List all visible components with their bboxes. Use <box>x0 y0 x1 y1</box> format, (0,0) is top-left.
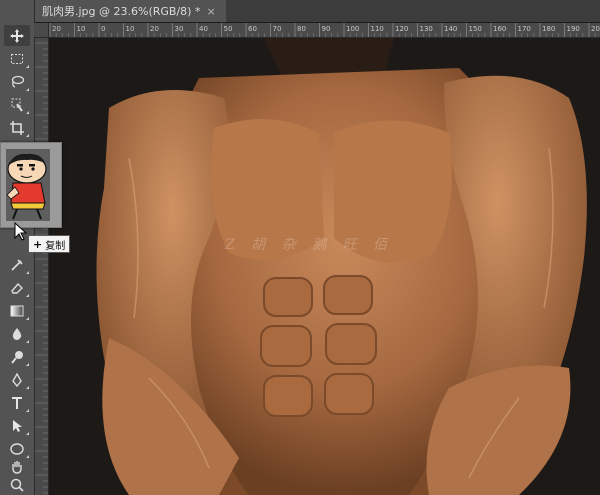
gradient-tool[interactable] <box>4 300 30 321</box>
ruler-left-ticks <box>34 42 48 494</box>
document-tab[interactable]: 肌肉男.jpg @ 23.6%(RGB/8) * × <box>34 0 226 22</box>
crop-tool[interactable] <box>4 117 30 138</box>
ruler-label: 10 <box>77 25 86 33</box>
lasso-icon <box>11 75 25 88</box>
muscle-photo <box>49 38 600 495</box>
crop-icon <box>10 120 24 135</box>
ruler-left[interactable] <box>34 37 49 495</box>
marquee-icon <box>11 53 23 64</box>
ruler-label: 50 <box>224 25 233 33</box>
gradient-icon <box>10 305 24 316</box>
move-tool[interactable] <box>4 25 30 46</box>
dodge-tool[interactable] <box>4 346 30 367</box>
quick-select-tool[interactable] <box>4 94 30 115</box>
droplet-icon <box>12 327 22 340</box>
ruler-label: 20 <box>150 25 159 33</box>
ruler-label: 10 <box>126 25 135 33</box>
ruler-label: 70 <box>273 25 282 33</box>
move-icon <box>10 28 24 43</box>
art-brush-icon <box>11 258 23 271</box>
plus-icon: + <box>33 237 43 251</box>
ruler-label: 130 <box>420 25 433 33</box>
ruler-label: 40 <box>199 25 208 33</box>
ruler-label: 20 <box>52 25 61 33</box>
document-canvas[interactable]: Z 胡 杂 鹅 旺 佰 <box>49 38 600 495</box>
ruler-label: 120 <box>395 25 408 33</box>
ruler-label: 160 <box>493 25 506 33</box>
ruler-label: 180 <box>542 25 555 33</box>
ruler-label: 30 <box>175 25 184 33</box>
quick-select-icon <box>11 98 23 112</box>
arrow-icon <box>13 419 22 432</box>
ruler-origin[interactable] <box>34 23 49 38</box>
drag-preview <box>0 142 62 228</box>
document-tab-title: 肌肉男.jpg @ 23.6%(RGB/8) * <box>42 5 201 18</box>
copy-tooltip-label: 复制 <box>45 240 66 252</box>
ruler-top[interactable]: 20 10 0 10 20 30 40 50 60 70 80 90 100 110 120 130 140 15… <box>34 23 600 38</box>
ruler-label: 150 <box>469 25 482 33</box>
ruler-label: 60 <box>248 25 257 33</box>
type-icon <box>12 396 22 409</box>
history-brush-tool-2[interactable] <box>4 254 30 275</box>
close-icon[interactable]: × <box>206 5 215 18</box>
watermark-text: Z 胡 杂 鹅 旺 佰 <box>225 237 393 253</box>
lasso-tool[interactable] <box>4 71 30 92</box>
ruler-label: 140 <box>444 25 457 33</box>
ruler-label: 100 <box>346 25 359 33</box>
type-tool[interactable] <box>4 392 30 413</box>
eraser-tool[interactable] <box>4 277 30 298</box>
document-tab-bar: 肌肉男.jpg @ 23.6%(RGB/8) * × <box>34 0 600 23</box>
cursor-arrow-icon <box>14 222 28 241</box>
ruler-label: 90 <box>322 25 331 33</box>
ruler-label: 190 <box>567 25 580 33</box>
ruler-label: 0 <box>101 25 105 33</box>
pen-tool[interactable] <box>4 369 30 390</box>
marquee-tool[interactable] <box>4 48 30 69</box>
ruler-label: 80 <box>297 25 306 33</box>
ellipse-icon <box>10 442 24 455</box>
eraser-icon <box>11 282 23 294</box>
ruler-label: 200 <box>591 25 600 33</box>
pen-icon <box>12 372 22 387</box>
zoom-tool[interactable] <box>4 474 30 495</box>
hand-icon <box>12 460 22 474</box>
ruler-top-ticks: 20 10 0 10 20 30 40 50 60 70 80 90 100 110 120 130 140 15… <box>49 23 600 37</box>
blur-tool[interactable] <box>4 323 30 344</box>
copy-tooltip: + 复制 <box>28 235 71 253</box>
ruler-label: 170 <box>518 25 531 33</box>
ruler-label: 110 <box>371 25 384 33</box>
path-select-tool[interactable] <box>4 415 30 436</box>
zoom-icon <box>10 478 24 492</box>
dodge-icon <box>11 350 23 364</box>
cartoon-character-image <box>6 153 47 220</box>
